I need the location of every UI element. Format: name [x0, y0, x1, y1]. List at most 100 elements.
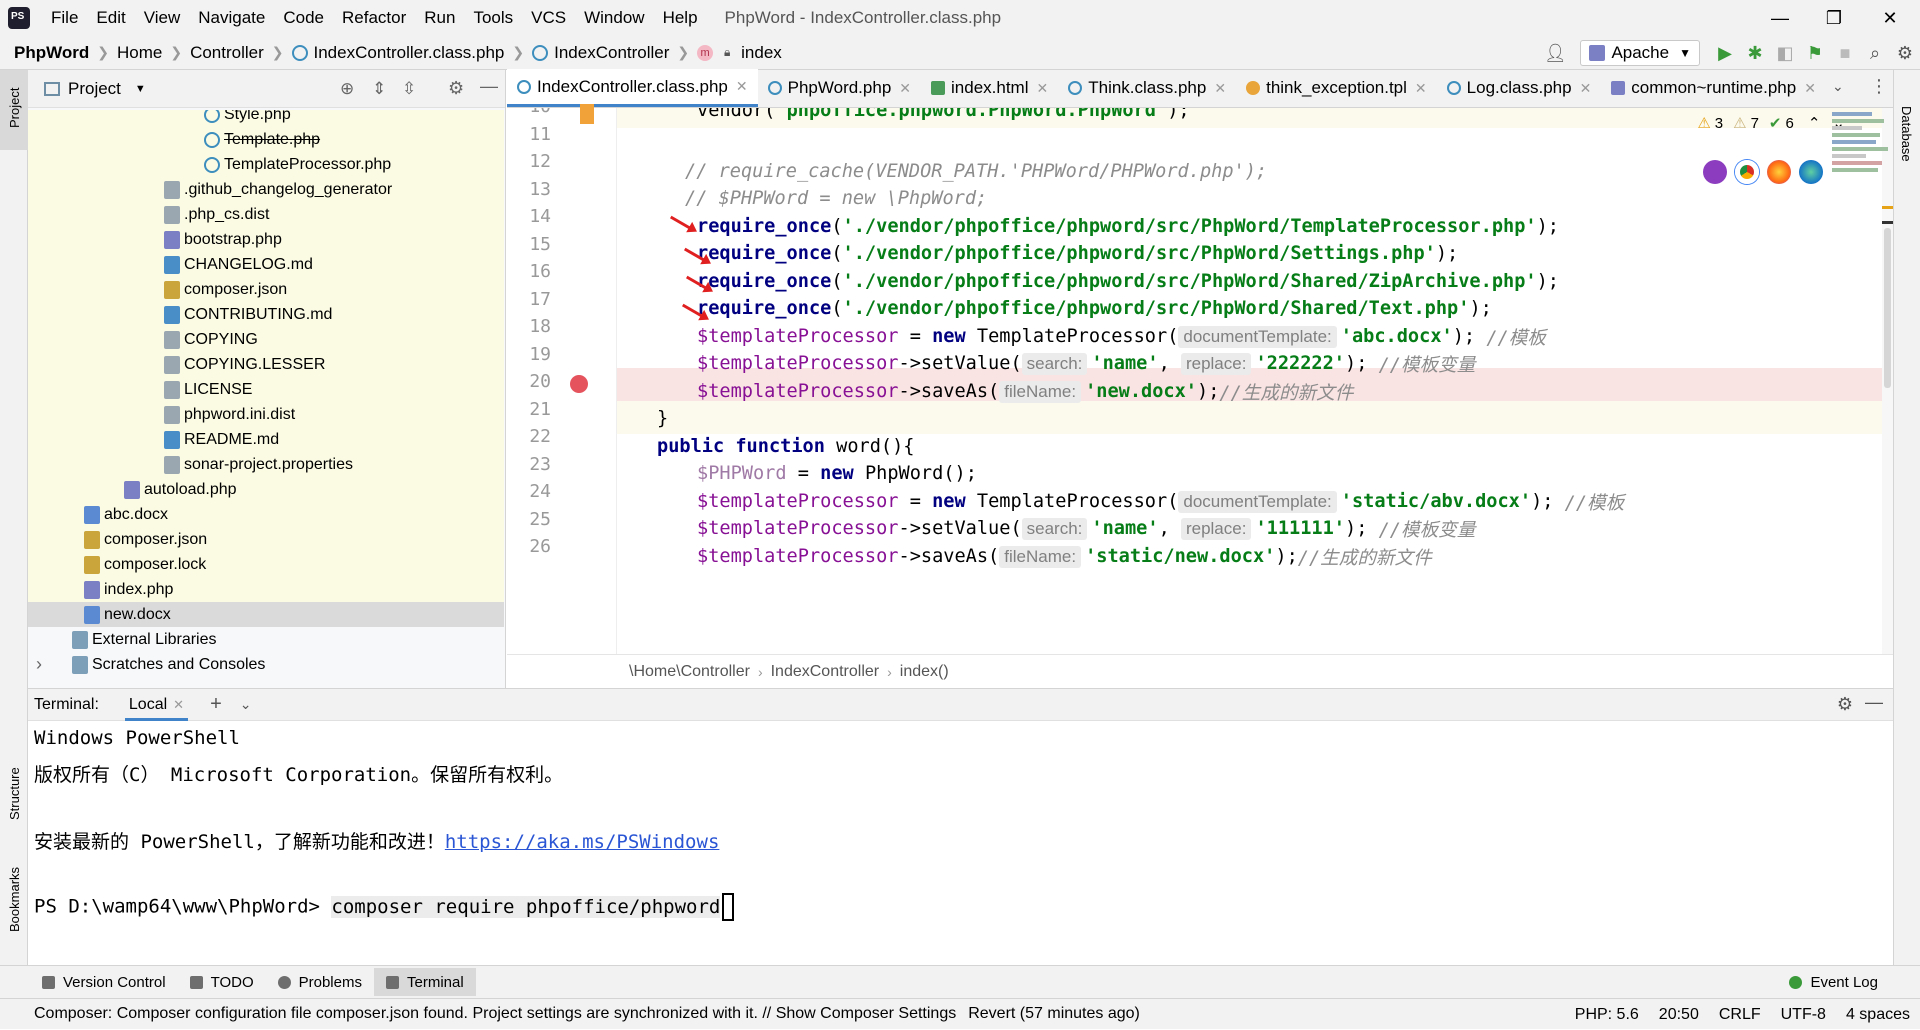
editor-tab[interactable]: index.html ✕ [921, 69, 1058, 107]
breadcrumb-class[interactable]: IndexController [554, 43, 669, 63]
project-panel-title[interactable]: Project [68, 79, 121, 99]
more-icon[interactable]: ⋮ [1870, 76, 1888, 97]
tree-item[interactable]: composer.json [28, 527, 504, 552]
tree-item[interactable]: COPYING [28, 327, 504, 352]
expand-all-icon[interactable]: ⇕ [372, 79, 386, 99]
tree-item[interactable]: External Libraries [28, 627, 504, 652]
search-icon[interactable]: ⌕ [1860, 38, 1890, 68]
scrollbar-thumb[interactable] [1884, 228, 1891, 388]
breakpoint-icon[interactable] [570, 375, 588, 393]
run-icon[interactable]: ▶ [1710, 38, 1740, 68]
chevron-right-icon[interactable]: › [36, 654, 42, 675]
gear-icon[interactable]: ⚙ [448, 78, 464, 99]
tree-item[interactable]: index.php [28, 577, 504, 602]
tree-item[interactable]: new.docx [28, 602, 504, 627]
tree-item[interactable]: Template.php [28, 127, 504, 152]
close-icon[interactable]: ✕ [1037, 80, 1049, 97]
chevron-up-icon[interactable]: ⌃ [1808, 114, 1821, 132]
terminal-tool-button[interactable]: Terminal [373, 968, 476, 996]
tree-item[interactable]: › Scratches and Consoles [28, 652, 504, 677]
phpstorm-browser-icon[interactable] [1703, 160, 1727, 184]
chevron-down-icon[interactable]: ⌄ [240, 696, 252, 713]
caret-position[interactable]: 20:50 [1659, 1006, 1699, 1024]
hide-icon[interactable]: — [1865, 692, 1883, 713]
event-log-button[interactable]: Event Log [1777, 968, 1890, 996]
database-stripe-button[interactable]: Database [1899, 106, 1914, 162]
editor-crumb-method[interactable]: index() [900, 663, 949, 681]
close-icon[interactable]: ✕ [899, 80, 911, 97]
close-icon[interactable]: ✕ [1804, 80, 1816, 97]
chevron-down-icon[interactable]: ⌄ [1832, 78, 1844, 95]
line-separator[interactable]: CRLF [1719, 1006, 1761, 1024]
hide-icon[interactable]: — [480, 76, 498, 97]
tree-item[interactable]: CHANGELOG.md [28, 252, 504, 277]
structure-stripe-button[interactable]: Structure [7, 767, 22, 820]
breadcrumb-controller[interactable]: Controller [190, 43, 264, 63]
edge-icon[interactable] [1799, 160, 1823, 184]
menu-help[interactable]: Help [654, 8, 707, 28]
editor-tab[interactable]: Log.class.php ✕ [1437, 69, 1602, 107]
breadcrumb-home[interactable]: Home [117, 43, 162, 63]
php-version[interactable]: PHP: 5.6 [1575, 1006, 1639, 1024]
tree-item[interactable]: autoload.php [28, 477, 504, 502]
breadcrumb-file[interactable]: IndexController.class.php [314, 43, 505, 63]
editor-tab[interactable]: IndexController.class.php ✕ [507, 69, 758, 107]
profile-icon[interactable]: ⚑ [1800, 38, 1830, 68]
terminal-prompt-line[interactable]: PS D:\wamp64\www\PhpWord> composer requi… [34, 893, 735, 921]
minimap[interactable] [1832, 112, 1890, 212]
status-message[interactable]: Composer: Composer configuration file co… [34, 1005, 956, 1023]
terminal-tab-local[interactable]: Local ✕ [124, 689, 189, 721]
stop-icon[interactable]: ■ [1830, 38, 1860, 68]
maximize-button[interactable]: ❐ [1806, 0, 1862, 36]
status-revert[interactable]: Revert (57 minutes ago) [968, 1005, 1140, 1023]
bookmark-icon[interactable] [580, 104, 594, 124]
tree-item[interactable]: README.md [28, 427, 504, 452]
tree-item[interactable]: TemplateProcessor.php [28, 152, 504, 177]
tree-item[interactable]: COPYING.LESSER [28, 352, 504, 377]
menu-run[interactable]: Run [415, 8, 464, 28]
menu-window[interactable]: Window [575, 8, 653, 28]
file-encoding[interactable]: UTF-8 [1781, 1006, 1826, 1024]
breadcrumb-method[interactable]: index [741, 43, 782, 63]
chrome-icon[interactable] [1735, 160, 1759, 184]
tree-item[interactable]: composer.lock [28, 552, 504, 577]
gear-icon[interactable]: ⚙ [1837, 694, 1853, 715]
version-control-tool-button[interactable]: Version Control [30, 968, 178, 996]
add-icon[interactable]: + [210, 693, 222, 716]
close-button[interactable]: ✕ [1862, 0, 1918, 36]
close-icon[interactable]: ✕ [736, 78, 748, 95]
terminal-link[interactable]: https://aka.ms/PSWindows [445, 831, 720, 853]
tree-item[interactable]: composer.json [28, 277, 504, 302]
tree-item[interactable]: phpword.ini.dist [28, 402, 504, 427]
close-icon[interactable]: ✕ [1214, 80, 1226, 97]
menu-file[interactable]: File [42, 8, 87, 28]
problems-tool-button[interactable]: Problems [266, 968, 374, 996]
user-icon[interactable]: 👤︎ [1540, 38, 1570, 68]
code-editor[interactable]: 1011121314151617181920212223242526 vendo… [507, 108, 1893, 654]
tree-item[interactable]: abc.docx [28, 502, 504, 527]
menu-navigate[interactable]: Navigate [189, 8, 274, 28]
tree-item[interactable]: .github_changelog_generator [28, 177, 504, 202]
project-stripe-button[interactable]: Project [0, 70, 28, 150]
close-icon[interactable]: ✕ [1580, 80, 1592, 97]
locate-icon[interactable]: ⊕ [340, 79, 354, 99]
menu-tools[interactable]: Tools [464, 8, 522, 28]
editor-tab[interactable]: common~runtime.php ✕ [1601, 69, 1826, 107]
tree-item[interactable]: .php_cs.dist [28, 202, 504, 227]
breadcrumb-project[interactable]: PhpWord [14, 43, 89, 63]
debug-icon[interactable]: ✱ [1740, 38, 1770, 68]
firefox-icon[interactable] [1767, 160, 1791, 184]
minimize-button[interactable]: — [1752, 0, 1808, 36]
settings-icon[interactable]: ⚙ [1890, 38, 1920, 68]
todo-tool-button[interactable]: TODO [178, 968, 266, 996]
tree-item[interactable]: CONTRIBUTING.md [28, 302, 504, 327]
menu-refactor[interactable]: Refactor [333, 8, 415, 28]
collapse-all-icon[interactable]: ⇳ [402, 79, 416, 99]
tree-item[interactable]: sonar-project.properties [28, 452, 504, 477]
bookmarks-stripe-button[interactable]: Bookmarks [7, 867, 22, 932]
editor-tab[interactable]: PhpWord.php ✕ [758, 69, 921, 107]
editor-crumb-namespace[interactable]: \Home\Controller [629, 663, 750, 681]
close-icon[interactable]: ✕ [1415, 80, 1427, 97]
run-config-select[interactable]: Apache ▼ [1580, 40, 1700, 66]
menu-edit[interactable]: Edit [87, 8, 134, 28]
